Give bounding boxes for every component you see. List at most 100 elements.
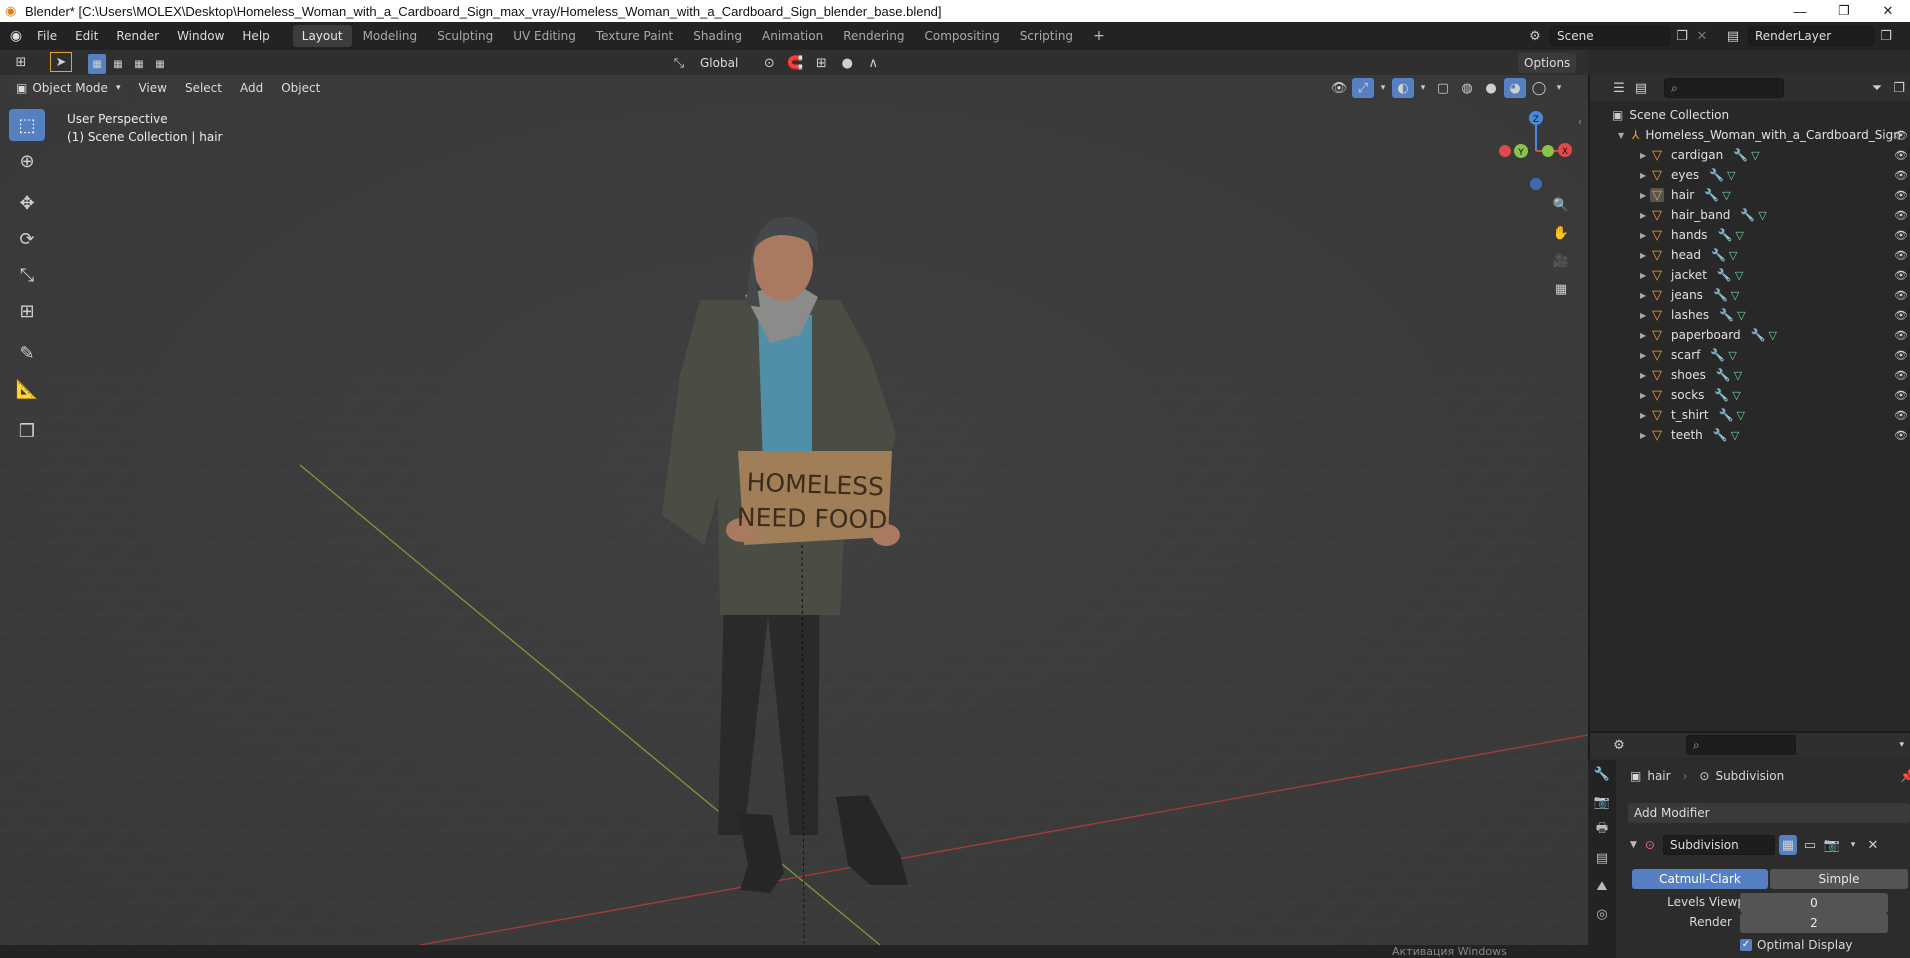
options-dropdown[interactable]: Options — [1518, 53, 1577, 73]
mesh-data-icon[interactable]: ▽ — [1732, 389, 1740, 402]
new-collection-icon[interactable]: ❐ — [1888, 78, 1910, 98]
viewport-menu-select[interactable]: Select — [179, 78, 228, 98]
optimal-display-checkbox[interactable]: ✓ — [1740, 939, 1752, 951]
tab-uv-editing[interactable]: UV Editing — [504, 25, 585, 47]
visibility-eye-icon[interactable]: 👁 — [1894, 329, 1908, 342]
viewport-menu-object[interactable]: Object — [275, 78, 326, 98]
modifier-dropdown-icon[interactable]: ▾ — [1845, 835, 1861, 855]
outliner-item-jeans[interactable]: ▶ ▽ jeans 🔧 ▽ 👁 — [1590, 285, 1910, 305]
outliner-item-socks[interactable]: ▶ ▽ socks 🔧 ▽ 👁 — [1590, 385, 1910, 405]
visibility-eye-icon[interactable]: 👁 — [1894, 129, 1908, 142]
visibility-icon[interactable]: 👁 — [1328, 78, 1350, 98]
proportional-edit-icon[interactable]: ● — [836, 53, 858, 73]
expand-icon[interactable]: ▶ — [1640, 351, 1650, 360]
expand-icon[interactable]: ▶ — [1640, 411, 1650, 420]
edit-mode-toggle-icon[interactable]: ▦ — [1778, 835, 1797, 855]
mesh-data-icon[interactable]: ▽ — [1737, 409, 1745, 422]
expand-icon[interactable]: ▶ — [1640, 331, 1650, 340]
scene-icon[interactable]: ⚙ — [1524, 26, 1546, 46]
visibility-eye-icon[interactable]: 👁 — [1894, 429, 1908, 442]
pan-hand-icon[interactable]: ✋ — [1550, 223, 1572, 243]
object-mode-dropdown[interactable]: ▣ Object Mode ▾ — [10, 78, 127, 98]
menu-render[interactable]: Render — [107, 22, 168, 50]
editor-type-icon[interactable]: ⊞ — [10, 52, 32, 72]
simple-button[interactable]: Simple — [1770, 869, 1908, 889]
viewport-menu-add[interactable]: Add — [234, 78, 269, 98]
add-cube-tool-icon[interactable]: ❒ — [9, 415, 45, 447]
expand-icon[interactable]: ▶ — [1640, 251, 1650, 260]
solid-shading-icon[interactable]: ● — [1480, 78, 1502, 98]
visibility-eye-icon[interactable]: 👁 — [1894, 269, 1908, 282]
camera-view-icon[interactable]: 🎥 — [1550, 251, 1572, 271]
mesh-data-icon[interactable]: ▽ — [1737, 309, 1745, 322]
modifier-wrench-icon[interactable]: 🔧 — [1710, 348, 1725, 362]
add-workspace-icon[interactable]: + — [1084, 25, 1114, 47]
expand-icon[interactable]: ▶ — [1640, 391, 1650, 400]
select-new-icon[interactable]: ▦ — [88, 54, 106, 74]
visibility-eye-icon[interactable]: 👁 — [1894, 349, 1908, 362]
expand-icon[interactable]: ▶ — [1640, 231, 1650, 240]
modifier-wrench-icon[interactable]: 🔧 — [1719, 408, 1734, 422]
tab-rendering[interactable]: Rendering — [834, 25, 913, 47]
mesh-data-icon[interactable]: ▽ — [1727, 169, 1735, 182]
mesh-data-icon[interactable]: ▽ — [1751, 149, 1759, 162]
select-tool-icon[interactable]: ➤ — [50, 52, 72, 72]
modifier-wrench-icon[interactable]: 🔧 — [1711, 248, 1726, 262]
overlay-toggle-icon[interactable]: ◐ — [1392, 78, 1414, 98]
view-layer-tab-icon[interactable]: ▤ — [1588, 844, 1616, 872]
minimize-button[interactable]: — — [1778, 0, 1822, 22]
tree-collection[interactable]: ▼ ⅄ Homeless_Woman_with_a_Cardboard_Sign… — [1590, 125, 1910, 145]
select-box-tool-icon[interactable]: ⬚ — [9, 109, 45, 141]
select-extend-icon[interactable]: ▦ — [109, 54, 127, 74]
properties-editor-icon[interactable]: ⚙ — [1608, 735, 1630, 755]
blender-menu-icon[interactable]: ◉ — [4, 28, 28, 44]
expand-icon[interactable]: ▶ — [1640, 191, 1650, 200]
add-modifier-button[interactable]: Add Modifier — [1628, 803, 1910, 823]
move-tool-icon[interactable]: ✥ — [9, 187, 45, 219]
overlay-dropdown-icon[interactable]: ▾ — [1416, 78, 1430, 98]
modifier-wrench-icon[interactable]: 🔧 — [1713, 428, 1728, 442]
pin-icon[interactable]: 📌 — [1900, 769, 1910, 783]
view-layer-field[interactable]: RenderLayer — [1748, 26, 1874, 46]
collapse-icon[interactable]: ▼ — [1630, 840, 1637, 850]
properties-search-input[interactable]: ⌕ — [1686, 735, 1796, 755]
modifier-wrench-icon[interactable]: 🔧 — [1717, 268, 1732, 282]
render-toggle-icon[interactable]: 📷 — [1823, 835, 1841, 855]
levels-viewport-field[interactable]: 0 — [1740, 893, 1888, 913]
render-levels-field[interactable]: 2 — [1740, 913, 1888, 933]
mesh-data-icon[interactable]: ▽ — [1735, 269, 1743, 282]
visibility-eye-icon[interactable]: 👁 — [1894, 209, 1908, 222]
3d-viewport[interactable]: HOMELESS NEED FOOD Z Y X ▣ Object Mode ▾ V… — [0, 75, 1588, 945]
outliner-item-head[interactable]: ▶ ▽ head 🔧 ▽ 👁 — [1590, 245, 1910, 265]
expand-icon[interactable]: ▶ — [1640, 151, 1650, 160]
expand-icon[interactable]: ▶ — [1640, 291, 1650, 300]
output-tab-icon[interactable]: 🖶 — [1588, 816, 1616, 844]
mesh-data-icon[interactable]: ▽ — [1728, 349, 1736, 362]
filter-icon[interactable]: ⏷ — [1866, 78, 1888, 98]
modifier-wrench-icon[interactable]: 🔧 — [1714, 388, 1729, 402]
outliner-item-cardigan[interactable]: ▶ ▽ cardigan 🔧 ▽ 👁 — [1590, 145, 1910, 165]
modifier-wrench-icon[interactable]: 🔧 — [1717, 228, 1732, 242]
select-invert-icon[interactable]: ▦ — [151, 54, 169, 74]
menu-edit[interactable]: Edit — [66, 22, 107, 50]
remove-modifier-icon[interactable]: ✕ — [1865, 835, 1881, 855]
mesh-data-icon[interactable]: ▽ — [1731, 289, 1739, 302]
close-window-button[interactable]: ✕ — [1866, 0, 1910, 22]
menu-window[interactable]: Window — [168, 22, 233, 50]
expand-icon[interactable]: ▶ — [1640, 371, 1650, 380]
new-scene-icon[interactable]: ❐ — [1674, 26, 1690, 46]
visibility-eye-icon[interactable]: 👁 — [1894, 309, 1908, 322]
render-tab-icon[interactable]: 📷 — [1588, 788, 1616, 816]
tab-modeling[interactable]: Modeling — [354, 25, 427, 47]
menu-file[interactable]: File — [28, 22, 66, 50]
snap-icon[interactable]: 🧲 — [784, 53, 806, 73]
tab-sculpting[interactable]: Sculpting — [428, 25, 502, 47]
tab-scripting[interactable]: Scripting — [1011, 25, 1082, 47]
rotate-tool-icon[interactable]: ⟳ — [9, 223, 45, 255]
transform-orientation-dropdown[interactable]: Global — [694, 53, 744, 73]
visibility-eye-icon[interactable]: 👁 — [1894, 389, 1908, 402]
outliner-item-teeth[interactable]: ▶ ▽ teeth 🔧 ▽ 👁 — [1590, 425, 1910, 445]
ortho-grid-icon[interactable]: ▦ — [1550, 279, 1572, 299]
zoom-icon[interactable]: 🔍 — [1550, 195, 1572, 215]
outliner-editor-icon[interactable]: ☰ — [1608, 78, 1630, 98]
